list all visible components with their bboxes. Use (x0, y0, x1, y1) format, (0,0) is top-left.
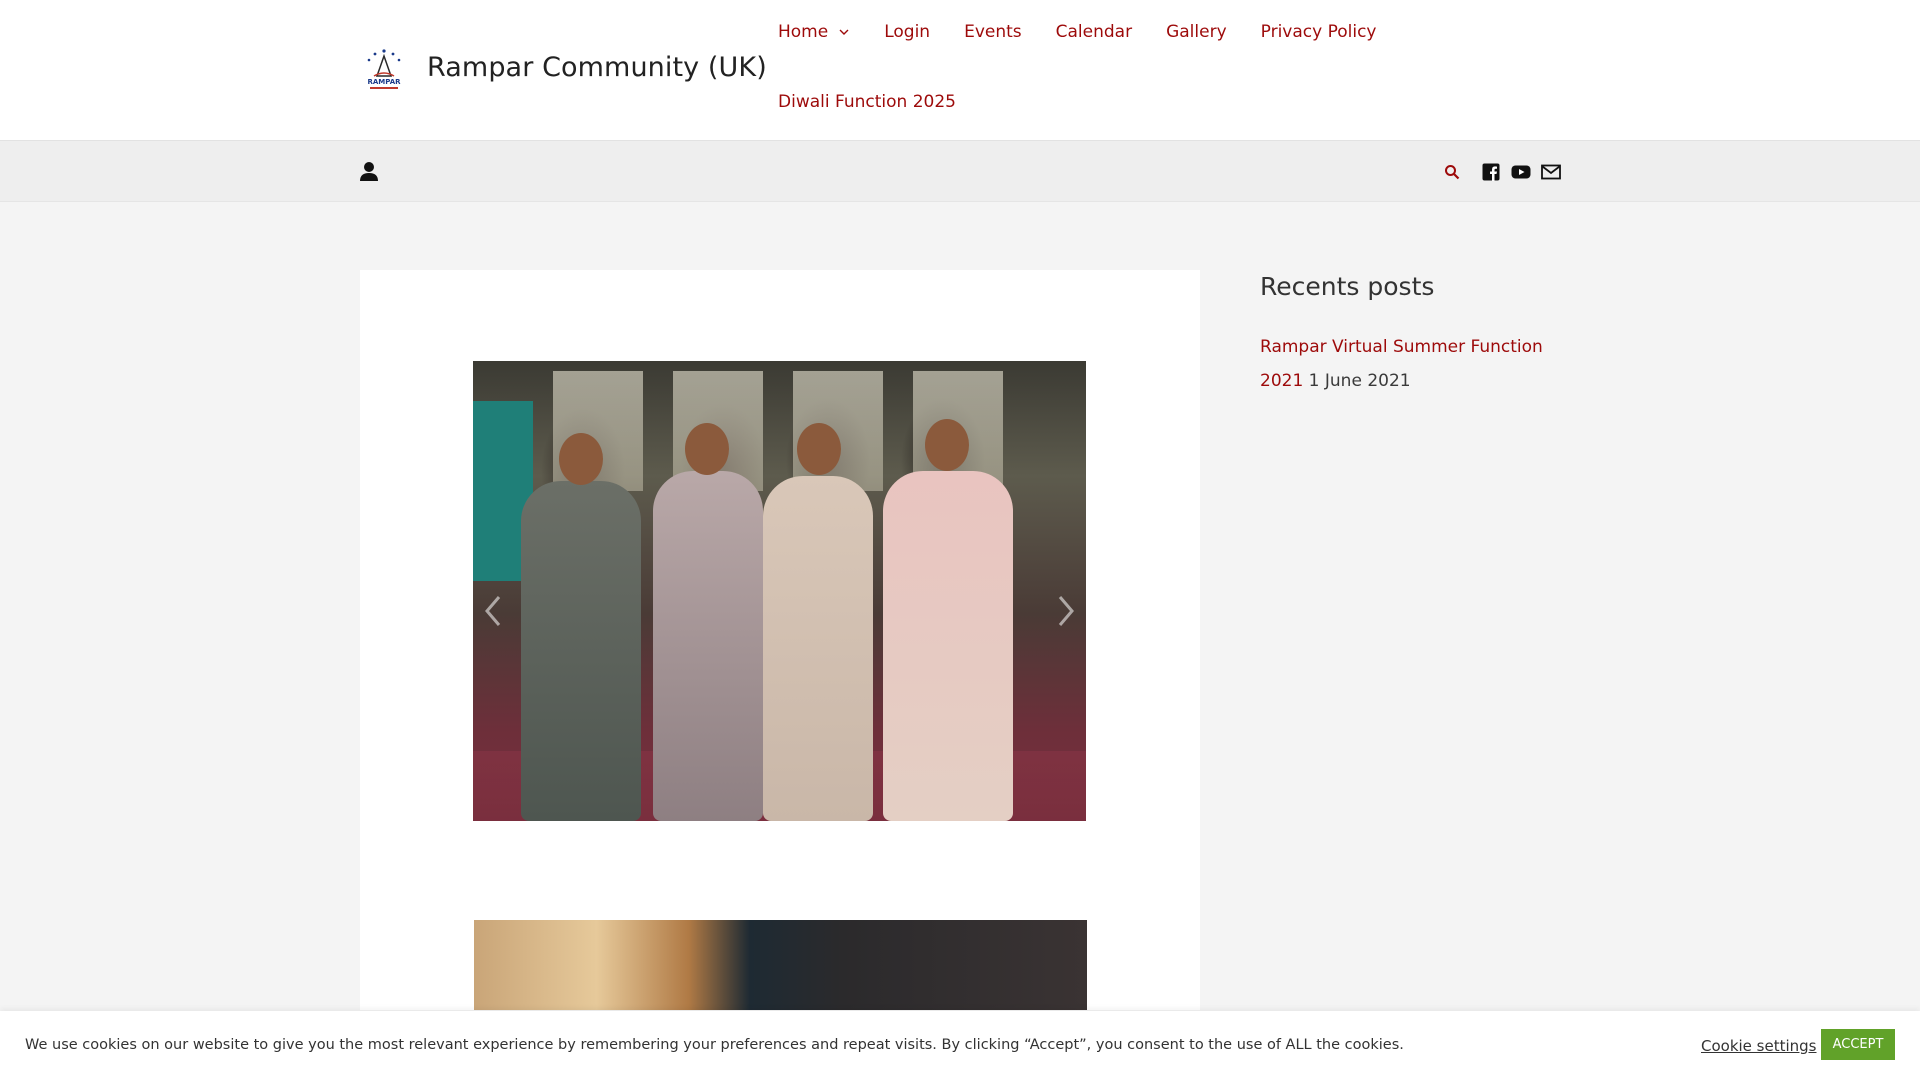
chevron-down-icon (839, 29, 849, 35)
person-head (925, 419, 969, 471)
person-head (559, 433, 603, 485)
nav-item-home[interactable]: Home (778, 22, 850, 42)
chevron-right-icon[interactable] (1054, 593, 1078, 629)
sidebar-title: Recents posts (1260, 272, 1435, 301)
main-content (360, 270, 1200, 1010)
person-head (685, 423, 729, 475)
primary-nav-row-2: Diwali Function 2025 (778, 92, 990, 112)
site-logo[interactable]: RAMPAR (360, 46, 408, 94)
cookie-settings-link[interactable]: Cookie settings (1701, 1037, 1817, 1055)
search-icon[interactable] (1444, 164, 1460, 180)
person (763, 476, 873, 821)
cookie-banner: We use cookies on our website to give yo… (0, 1011, 1920, 1080)
secondary-toolbar (0, 140, 1920, 202)
person (653, 471, 763, 821)
recent-post-date: 1 June 2021 (1308, 371, 1411, 391)
nav-item-events[interactable]: Events (964, 22, 1022, 42)
gallery-slide-image-2[interactable] (474, 920, 1087, 1010)
logo-lettering: RAMPAR (367, 78, 401, 86)
nav-item-privacy-policy[interactable]: Privacy Policy (1261, 22, 1377, 42)
gallery-slide-image[interactable] (473, 361, 1086, 821)
mail-icon[interactable] (1541, 163, 1561, 181)
site-title[interactable]: Rampar Community (UK) (427, 52, 767, 83)
nav-item-login[interactable]: Login (884, 22, 930, 42)
chevron-left-icon[interactable] (481, 593, 505, 629)
user-icon[interactable] (358, 160, 380, 182)
nav-item-gallery[interactable]: Gallery (1166, 22, 1227, 42)
nav-item-calendar[interactable]: Calendar (1056, 22, 1132, 42)
person-head (797, 423, 841, 475)
cookie-message: We use cookies on our website to give yo… (25, 1037, 1404, 1053)
site-header: RAMPAR Rampar Community (UK) Home Login … (0, 0, 1920, 140)
recent-post-item: Rampar Virtual Summer Function 2021 1 Ju… (1260, 330, 1560, 398)
nav-item-label: Home (778, 22, 829, 42)
facebook-icon[interactable] (1482, 163, 1500, 181)
accept-cookies-button[interactable]: ACCEPT (1821, 1029, 1895, 1060)
youtube-icon[interactable] (1511, 163, 1531, 181)
person (883, 471, 1013, 821)
person (521, 481, 641, 821)
primary-nav: Home Login Events Calendar Gallery Priva… (778, 22, 1411, 42)
nav-item-diwali-function[interactable]: Diwali Function 2025 (778, 92, 956, 112)
